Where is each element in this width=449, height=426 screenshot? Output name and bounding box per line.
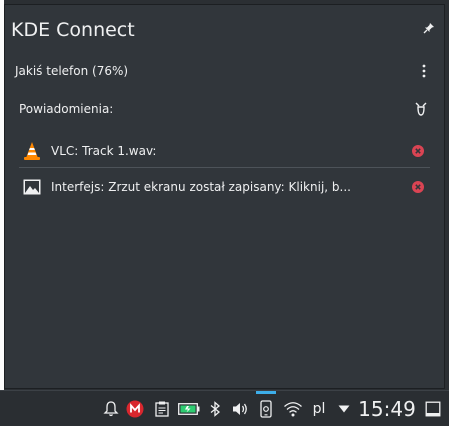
- clear-notifications-icon[interactable]: [412, 100, 430, 118]
- device-row: Jakiś telefon (76%): [15, 59, 432, 83]
- pin-icon[interactable]: [422, 21, 436, 35]
- kebab-menu-icon[interactable]: [416, 61, 432, 81]
- close-notification-icon[interactable]: [410, 179, 426, 195]
- notification-item[interactable]: VLC: Track 1.wav:: [19, 134, 430, 168]
- clock-time: 15:49: [358, 396, 416, 421]
- notification-item[interactable]: Interfejs: Zrzut ekranu został zapisany:…: [19, 170, 430, 204]
- language-label: pl: [312, 400, 326, 417]
- divider: [19, 167, 430, 168]
- notifications-header: Powiadomienia:: [19, 97, 430, 121]
- kdeconnect-icon[interactable]: [256, 391, 276, 426]
- expand-arrow-icon[interactable]: [336, 391, 352, 426]
- language-indicator[interactable]: pl: [309, 391, 329, 426]
- wifi-icon[interactable]: [281, 391, 305, 426]
- device-name: Jakiś telefon (76%): [15, 64, 129, 78]
- taskbar: pl 15:49: [0, 390, 449, 425]
- volume-icon[interactable]: [229, 391, 251, 426]
- mega-icon[interactable]: [125, 391, 145, 426]
- bluetooth-icon[interactable]: [205, 391, 225, 426]
- notification-text: Interfejs: Zrzut ekranu został zapisany:…: [51, 180, 351, 194]
- clock[interactable]: 15:49: [357, 391, 417, 426]
- battery-icon[interactable]: [177, 391, 201, 426]
- image-icon: [21, 176, 43, 198]
- vlc-cone-icon: [21, 140, 43, 162]
- notifications-label: Powiadomienia:: [19, 102, 114, 116]
- notification-text: VLC: Track 1.wav:: [51, 144, 157, 158]
- popup-title: KDE Connect: [11, 19, 135, 41]
- bell-icon[interactable]: [101, 391, 121, 426]
- show-desktop-icon[interactable]: [424, 391, 442, 426]
- clipboard-icon[interactable]: [152, 391, 172, 426]
- kde-connect-popup: KDE Connect Jakiś telefon (76%) Powiadom…: [4, 4, 445, 389]
- close-notification-icon[interactable]: [410, 143, 426, 159]
